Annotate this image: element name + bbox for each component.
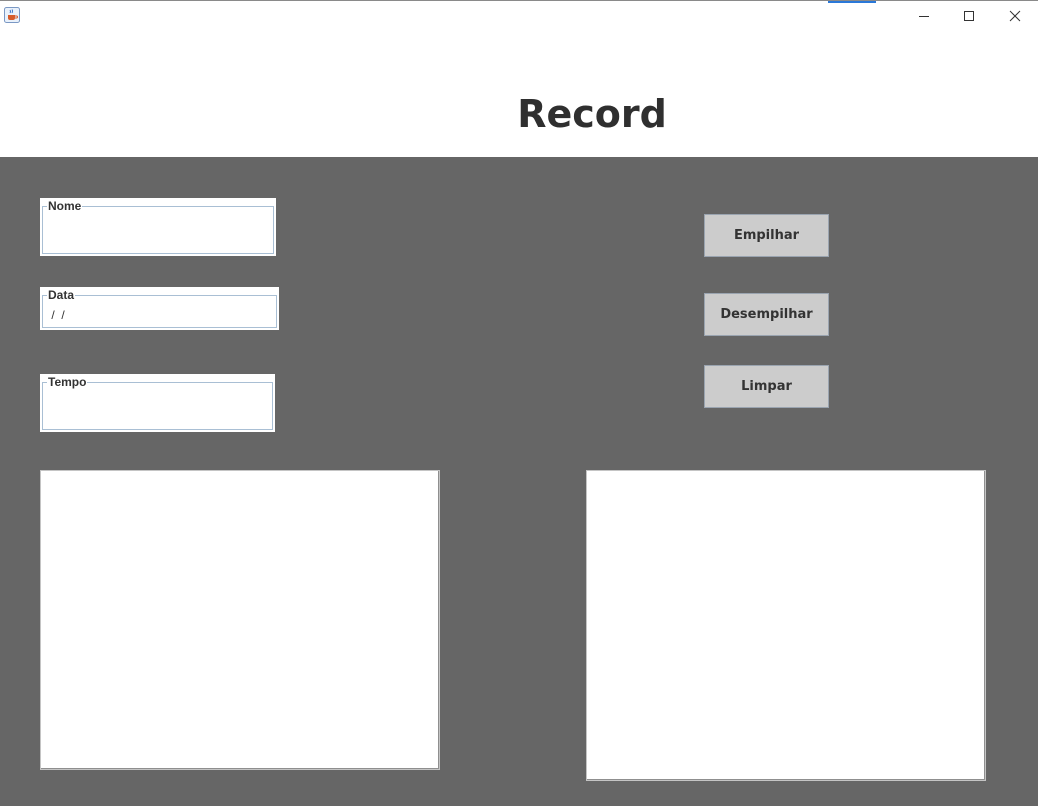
nome-label: Nome <box>47 199 83 213</box>
minimize-icon <box>919 16 929 17</box>
data-input[interactable] <box>44 305 275 325</box>
data-label: Data <box>47 288 76 302</box>
content-panel: Nome Data Tempo Empilhar Desempilhar Lim… <box>0 157 1038 806</box>
tempo-field-panel: Tempo <box>40 374 275 432</box>
nome-input[interactable] <box>44 214 272 248</box>
right-output-area[interactable] <box>586 470 986 781</box>
data-field-panel: Data <box>40 287 279 330</box>
page-title: Record <box>517 92 667 136</box>
accent-strip <box>828 1 876 3</box>
left-output-area[interactable] <box>40 470 440 770</box>
empilhar-button[interactable]: Empilhar <box>704 214 829 257</box>
close-button[interactable] <box>992 1 1038 31</box>
title-bar[interactable] <box>0 0 1038 30</box>
application-window: Record Nome Data Tempo Empilhar Desempil… <box>0 0 1038 806</box>
maximize-button[interactable] <box>946 1 992 31</box>
close-icon <box>1009 10 1021 22</box>
nome-field-panel: Nome <box>40 198 276 256</box>
java-cup-icon <box>4 7 20 23</box>
limpar-button[interactable]: Limpar <box>704 365 829 408</box>
desempilhar-button[interactable]: Desempilhar <box>704 293 829 336</box>
tempo-input[interactable] <box>44 390 271 424</box>
tempo-label: Tempo <box>47 375 88 389</box>
maximize-icon <box>964 11 974 21</box>
minimize-button[interactable] <box>901 1 947 31</box>
